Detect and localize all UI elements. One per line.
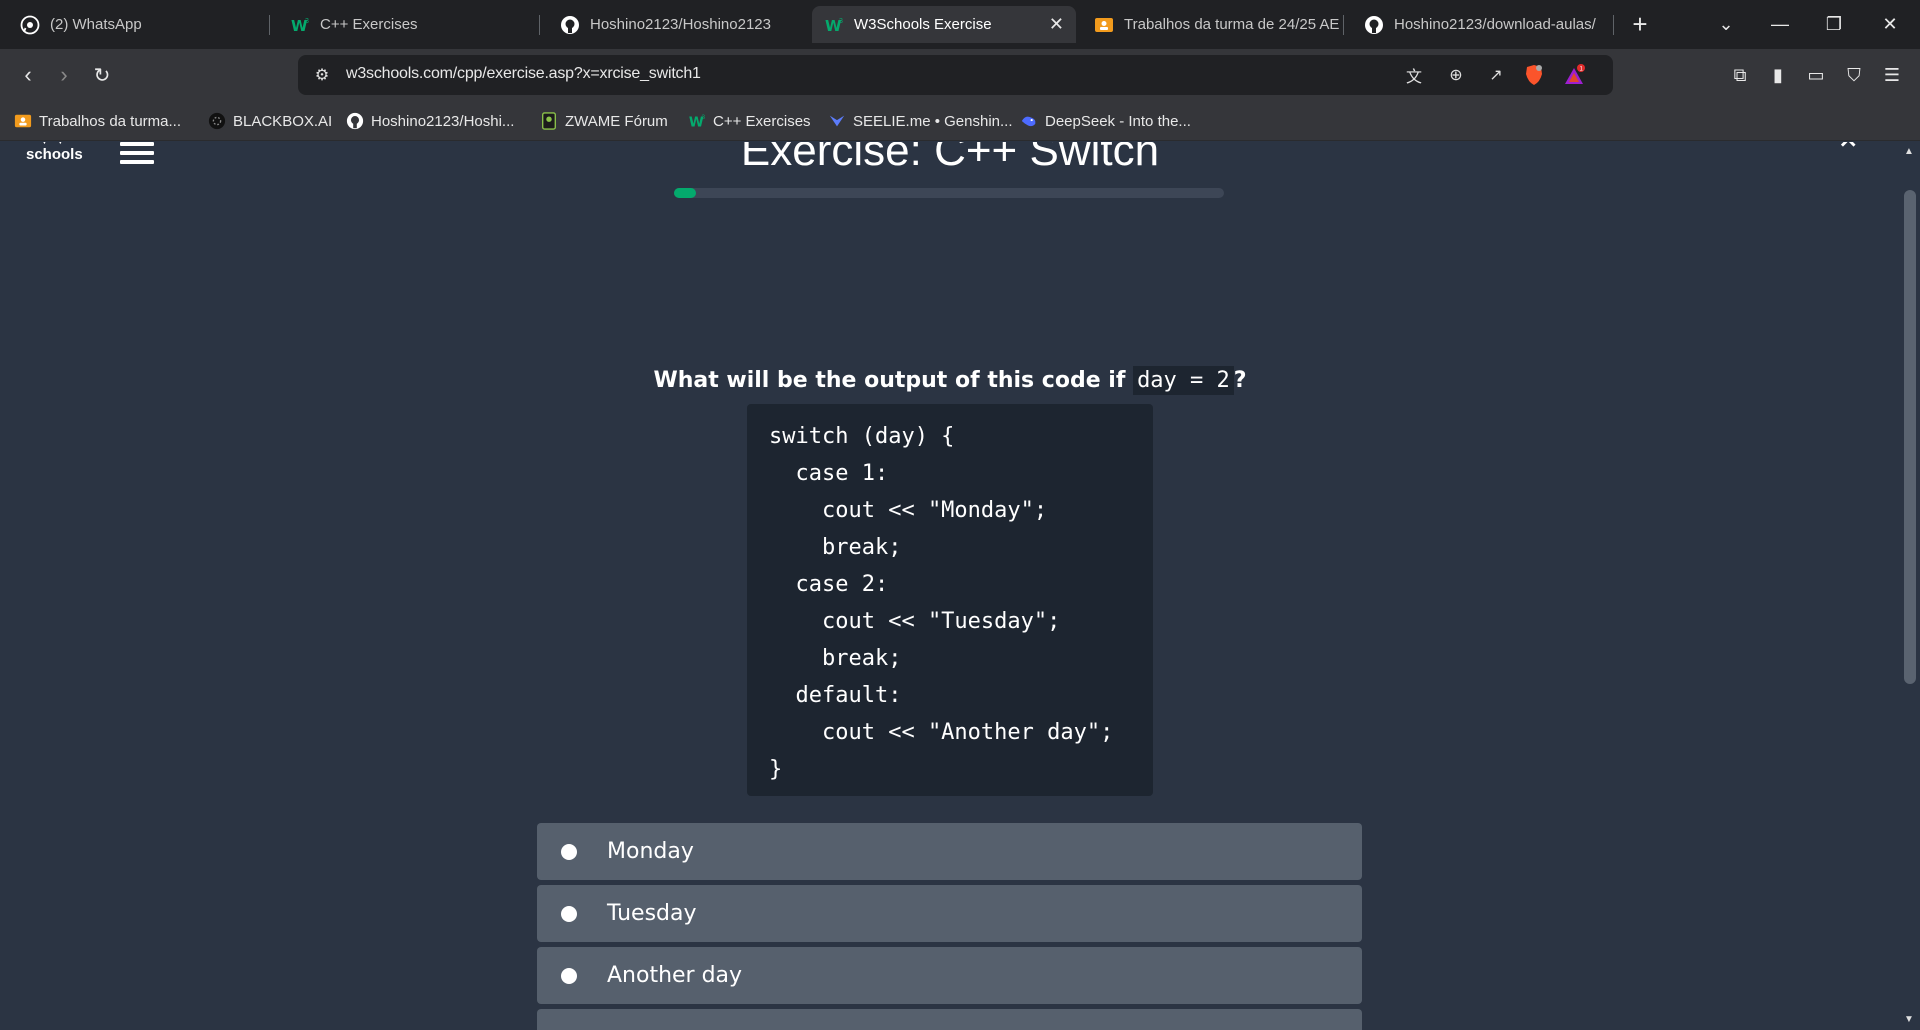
seelie-icon — [828, 112, 846, 130]
bookmark-github[interactable]: Hoshino2123/Hoshi... — [346, 110, 514, 132]
tab-classroom[interactable]: Trabalhos da turma de 24/25 AE — [1082, 6, 1344, 43]
tab-whatsapp[interactable]: (2) WhatsApp — [8, 6, 270, 43]
url-text[interactable]: w3schools.com/cpp/exercise.asp?x=xrcise_… — [346, 65, 701, 83]
back-icon[interactable]: ‹ — [14, 61, 42, 89]
page-content: ▼▼ schools Exercise: C++ Switch ⌃ What w… — [0, 142, 1900, 1030]
svg-text:3: 3 — [305, 18, 309, 25]
radio-button[interactable] — [561, 905, 577, 922]
bookmark-label: Trabalhos da turma... — [39, 112, 182, 130]
option-label: Tuesday — [607, 901, 697, 926]
answer-option-monday[interactable]: Monday — [537, 823, 1362, 880]
scroll-up-icon[interactable]: ▲ — [1904, 146, 1914, 157]
tab-label: Trabalhos da turma de 24/25 AE — [1124, 16, 1340, 33]
answer-option-tuesday[interactable]: Tuesday — [537, 885, 1362, 942]
address-bar[interactable]: ⚙ w3schools.com/cpp/exercise.asp?x=xrcis… — [298, 55, 1613, 95]
bookmark-label: ZWAME Fórum — [565, 112, 668, 130]
option-label: Monday — [607, 839, 694, 864]
classroom-icon — [1094, 15, 1114, 35]
page-title: Exercise: C++ Switch — [740, 142, 1160, 175]
classroom-icon — [14, 112, 32, 130]
extensions-icon[interactable]: ⧉ — [1726, 61, 1754, 89]
tab-label: W3Schools Exercise — [854, 16, 992, 33]
zwame-icon — [540, 112, 558, 130]
vpn-icon[interactable]: ⛉ — [1840, 61, 1868, 89]
zoom-icon[interactable]: ⊕ — [1444, 63, 1468, 87]
forward-icon[interactable]: › — [50, 61, 78, 89]
bookmark-blackbox[interactable]: BLACKBOX.AI — [208, 110, 332, 132]
close-window-icon[interactable]: ✕ — [1862, 0, 1918, 49]
tab-cpp-exercises[interactable]: W3 C++ Exercises — [278, 6, 540, 43]
tab-label: C++ Exercises — [320, 16, 418, 33]
bookmark-cpp-exercises[interactable]: W3 C++ Exercises — [688, 110, 811, 132]
page-scrollbar[interactable]: ▲ ▼ — [1900, 142, 1920, 1030]
tab-label: Hoshino2123/Hoshino2123 — [590, 16, 771, 33]
w3schools-icon: W3 — [824, 15, 844, 35]
bookmarks-bar: Trabalhos da turma... BLACKBOX.AI Hoshin… — [0, 101, 1920, 141]
question-suffix: ? — [1233, 368, 1247, 393]
w3schools-icon: W3 — [688, 112, 706, 130]
sidebar-icon[interactable]: ▮ — [1764, 61, 1792, 89]
bookmark-seelie[interactable]: SEELIE.me • Genshin... — [828, 110, 1013, 132]
whatsapp-icon — [20, 15, 40, 35]
tab-github-download[interactable]: Hoshino2123/download-aulas/ — [1352, 6, 1614, 43]
w3schools-icon: W3 — [290, 15, 310, 35]
answer-option-4[interactable] — [537, 1009, 1362, 1030]
exercise-progress-bar — [674, 188, 1224, 198]
svg-text:3: 3 — [839, 18, 843, 25]
bookmark-label: BLACKBOX.AI — [233, 112, 333, 130]
bookmark-label: Hoshino2123/Hoshi... — [371, 112, 515, 130]
deepseek-icon — [1020, 112, 1038, 130]
answer-option-another-day[interactable]: Another day — [537, 947, 1362, 1004]
tab-list-icon[interactable]: ⌄ — [1698, 0, 1754, 49]
svg-text:3: 3 — [702, 114, 706, 121]
menu-icon[interactable]: ☰ — [1878, 61, 1906, 89]
question-code: day = 2 — [1133, 366, 1234, 395]
bookmark-deepseek[interactable]: DeepSeek - Into the... — [1020, 110, 1191, 132]
tab-label: Hoshino2123/download-aulas/ — [1394, 16, 1596, 33]
bookmark-zwame[interactable]: ZWAME Fórum — [540, 110, 668, 132]
translate-icon[interactable]: 文 — [1402, 63, 1426, 87]
progress-fill — [674, 188, 696, 198]
scrollbar-thumb[interactable] — [1904, 190, 1916, 684]
question-text: What will be the output of this code if … — [0, 366, 1900, 395]
chevron-up-icon[interactable]: ⌃ — [1834, 142, 1863, 172]
code-text: switch (day) { case 1: cout << "Monday";… — [769, 424, 1114, 782]
reload-icon[interactable]: ↻ — [88, 61, 116, 89]
restore-icon[interactable]: ❐ — [1806, 0, 1862, 49]
scroll-down-icon[interactable]: ▼ — [1904, 1014, 1914, 1025]
github-icon — [346, 112, 364, 130]
share-icon[interactable]: ↗ — [1484, 63, 1508, 87]
minimize-icon[interactable]: — — [1752, 0, 1808, 49]
option-label: Another day — [607, 963, 743, 988]
site-settings-icon[interactable]: ⚙ — [310, 63, 334, 87]
tab-w3schools-exercise[interactable]: W3 W3Schools Exercise ✕ — [812, 6, 1076, 43]
tab-label: (2) WhatsApp — [50, 16, 142, 33]
brave-shields-icon[interactable] — [1522, 63, 1546, 87]
question-prefix: What will be the output of this code if — [653, 368, 1126, 393]
bookmark-classroom[interactable]: Trabalhos da turma... — [14, 110, 181, 132]
radio-button[interactable] — [561, 843, 577, 860]
radio-button[interactable] — [561, 967, 577, 984]
tab-github-hoshino[interactable]: Hoshino2123/Hoshino2123 — [548, 6, 810, 43]
bookmark-label: DeepSeek - Into the... — [1045, 112, 1191, 130]
github-icon — [560, 15, 580, 35]
wallet-icon[interactable]: ▭ — [1802, 61, 1830, 89]
bookmark-label: C++ Exercises — [713, 112, 811, 130]
navigation-bar: ‹ › ↻ ⚙ w3schools.com/cpp/exercise.asp?x… — [0, 49, 1920, 101]
close-tab-icon[interactable]: ✕ — [1049, 14, 1064, 35]
code-block: switch (day) { case 1: cout << "Monday";… — [747, 404, 1153, 796]
github-icon — [1364, 15, 1384, 35]
tab-bar: (2) WhatsApp W3 C++ Exercises Hoshino212… — [0, 0, 1920, 49]
bookmark-label: SEELIE.me • Genshin... — [853, 112, 1013, 130]
new-tab-button[interactable]: + — [1612, 0, 1668, 49]
blackbox-icon — [208, 112, 226, 130]
brave-rewards-icon[interactable]: 1 — [1562, 63, 1586, 87]
